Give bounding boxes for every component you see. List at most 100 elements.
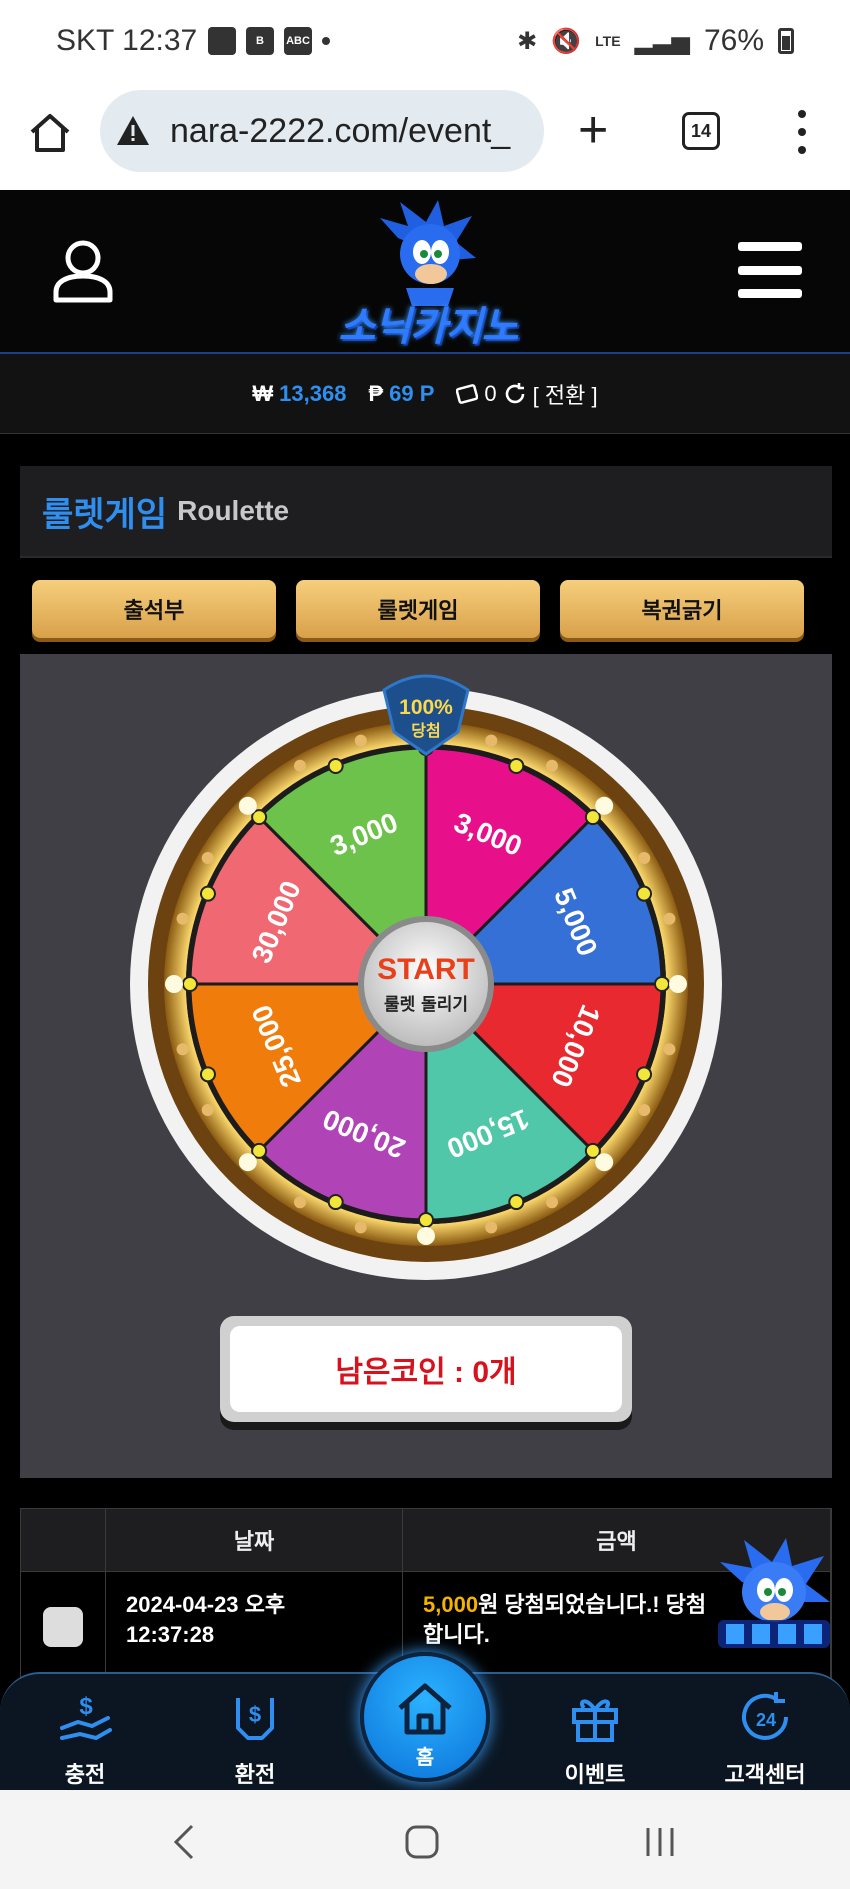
- wheel-light: [663, 1043, 676, 1056]
- floating-mascot-icon[interactable]: [712, 1532, 836, 1652]
- wheel-peg: [636, 1066, 653, 1083]
- wheel-light: [294, 759, 306, 772]
- wheel-light: [663, 912, 676, 925]
- row-date-line2: 12:37:28: [126, 1622, 215, 1647]
- withdraw-icon: $: [236, 1698, 274, 1740]
- tab-roulette[interactable]: 룰렛게임: [296, 580, 540, 638]
- wheel-light: [638, 1104, 651, 1116]
- row-date: 2024-04-23 오후 12:37:28: [106, 1572, 403, 1681]
- wheel-light: [176, 912, 189, 925]
- wheel-light: [354, 734, 367, 747]
- wheel-peg: [199, 1066, 216, 1083]
- wheel-light: [238, 796, 257, 815]
- header-check: [21, 1509, 106, 1571]
- row-date-line1: 2024-04-23 오후: [126, 1592, 286, 1617]
- android-nav-bar: [0, 1790, 850, 1889]
- refresh-icon[interactable]: [503, 382, 527, 406]
- wheel-peg: [508, 757, 525, 774]
- start-label: START: [377, 953, 475, 986]
- roulette-wheel[interactable]: 3,0005,00010,00015,00020,00025,00030,000…: [126, 668, 726, 1288]
- section-header: 룰렛게임 Roulette: [20, 466, 832, 558]
- more-notifications-icon: [322, 37, 330, 45]
- notification-icons: B ABC: [208, 27, 330, 55]
- section-title: 룰렛게임: [42, 495, 168, 534]
- wheel-light: [669, 975, 687, 993]
- support-24-icon: 24: [742, 1692, 788, 1740]
- event-tabs: 출석부 룰렛게임 복권긁기: [32, 580, 804, 638]
- wheel-peg: [251, 809, 268, 826]
- row-amount: 5,000: [423, 1592, 479, 1617]
- wheel-light: [546, 759, 558, 772]
- wheel-light: [165, 975, 183, 993]
- svg-text:24: 24: [756, 1710, 776, 1730]
- warning-icon: [117, 116, 149, 145]
- browser-menu-button[interactable]: [790, 110, 814, 154]
- money-balance: ₩13,368: [252, 381, 346, 407]
- tab-lottery[interactable]: 복권긁기: [560, 580, 804, 638]
- user-icon: [53, 240, 113, 303]
- url-text: nara-2222.com/event_: [170, 111, 511, 150]
- badge-percent: 100%: [399, 696, 453, 719]
- tab-attendance[interactable]: 출석부: [32, 580, 276, 638]
- abc-app-icon: ABC: [284, 27, 312, 55]
- point-value: 69 P: [389, 380, 435, 406]
- nav-home-label: 홈: [415, 1747, 435, 1769]
- wheel-light: [485, 734, 498, 747]
- menu-button[interactable]: [738, 242, 802, 298]
- battery-percent: 76%: [703, 24, 764, 57]
- wheel-peg: [199, 885, 216, 902]
- back-icon[interactable]: [170, 1824, 200, 1860]
- tab-switcher-button[interactable]: 14: [682, 112, 720, 150]
- nav-withdraw[interactable]: $ 환전: [195, 1688, 315, 1789]
- nav-deposit-label: 충전: [64, 1762, 106, 1787]
- nav-home[interactable]: 홈: [360, 1652, 490, 1782]
- start-button[interactable]: START 룰렛 돌리기: [358, 916, 494, 1052]
- photo-icon: [208, 27, 236, 55]
- wheel-peg: [584, 1142, 601, 1159]
- wheel-peg: [418, 1212, 434, 1228]
- home-nav-icon[interactable]: [404, 1824, 440, 1860]
- nav-deposit[interactable]: $ 충전: [25, 1688, 145, 1789]
- coin-balance: 0 [ 전환 ]: [456, 378, 598, 410]
- home-icon: [398, 1683, 452, 1735]
- system-icons: ✱ 🔇 LTE ▂▃▅ 76%: [517, 24, 794, 58]
- status-time: SKT 12:37: [56, 24, 198, 57]
- recents-icon[interactable]: [642, 1824, 678, 1860]
- wheel-light: [354, 1221, 367, 1234]
- remaining-coins-box: 남은코인 : 0개: [220, 1316, 632, 1422]
- wheel-light: [485, 1221, 498, 1234]
- wheel-light: [201, 1104, 214, 1116]
- url-bar[interactable]: nara-2222.com/event_: [100, 90, 544, 172]
- battery-icon: [778, 28, 794, 54]
- roulette-panel: 3,000 5,000 10,000 15,000 20,000 25,000 30,000…: [20, 654, 832, 1478]
- site-header: 소닉카지노: [0, 190, 850, 354]
- wheel-light: [294, 1196, 306, 1209]
- balance-bar: ₩13,368 ₱ 69 P 0 [ 전환 ]: [0, 354, 850, 434]
- wheel-peg: [251, 1142, 268, 1159]
- new-tab-button[interactable]: +: [578, 104, 608, 156]
- wheel-light: [238, 1153, 257, 1172]
- nav-support[interactable]: 24 고객센터: [705, 1688, 825, 1789]
- b-app-icon: B: [246, 27, 274, 55]
- nav-event[interactable]: 이벤트: [535, 1688, 655, 1789]
- table-header: 날짜 금액: [20, 1508, 832, 1572]
- wheel-peg: [584, 809, 601, 826]
- user-button[interactable]: [52, 238, 114, 304]
- gift-icon: [572, 1699, 618, 1742]
- home-icon: [30, 114, 70, 152]
- point-balance: ₱ 69 P: [368, 381, 434, 407]
- wheel-light: [595, 796, 614, 815]
- wheel-peg: [327, 757, 344, 774]
- sonic-mascot-icon: [380, 200, 476, 306]
- point-icon: ₱: [368, 380, 384, 406]
- svg-text:$: $: [249, 1702, 261, 1727]
- wheel-peg: [508, 1194, 525, 1211]
- browser-home-button[interactable]: [28, 110, 72, 154]
- wheel-light: [638, 852, 651, 864]
- site-logo[interactable]: 소닉카지노: [318, 198, 538, 349]
- logo-text: 소닉카지노: [338, 305, 519, 349]
- spin-label: 룰렛 돌리기: [384, 995, 468, 1015]
- convert-button[interactable]: [ 전환 ]: [533, 378, 598, 410]
- nav-event-label: 이벤트: [564, 1762, 626, 1787]
- row-checkbox[interactable]: [43, 1606, 83, 1647]
